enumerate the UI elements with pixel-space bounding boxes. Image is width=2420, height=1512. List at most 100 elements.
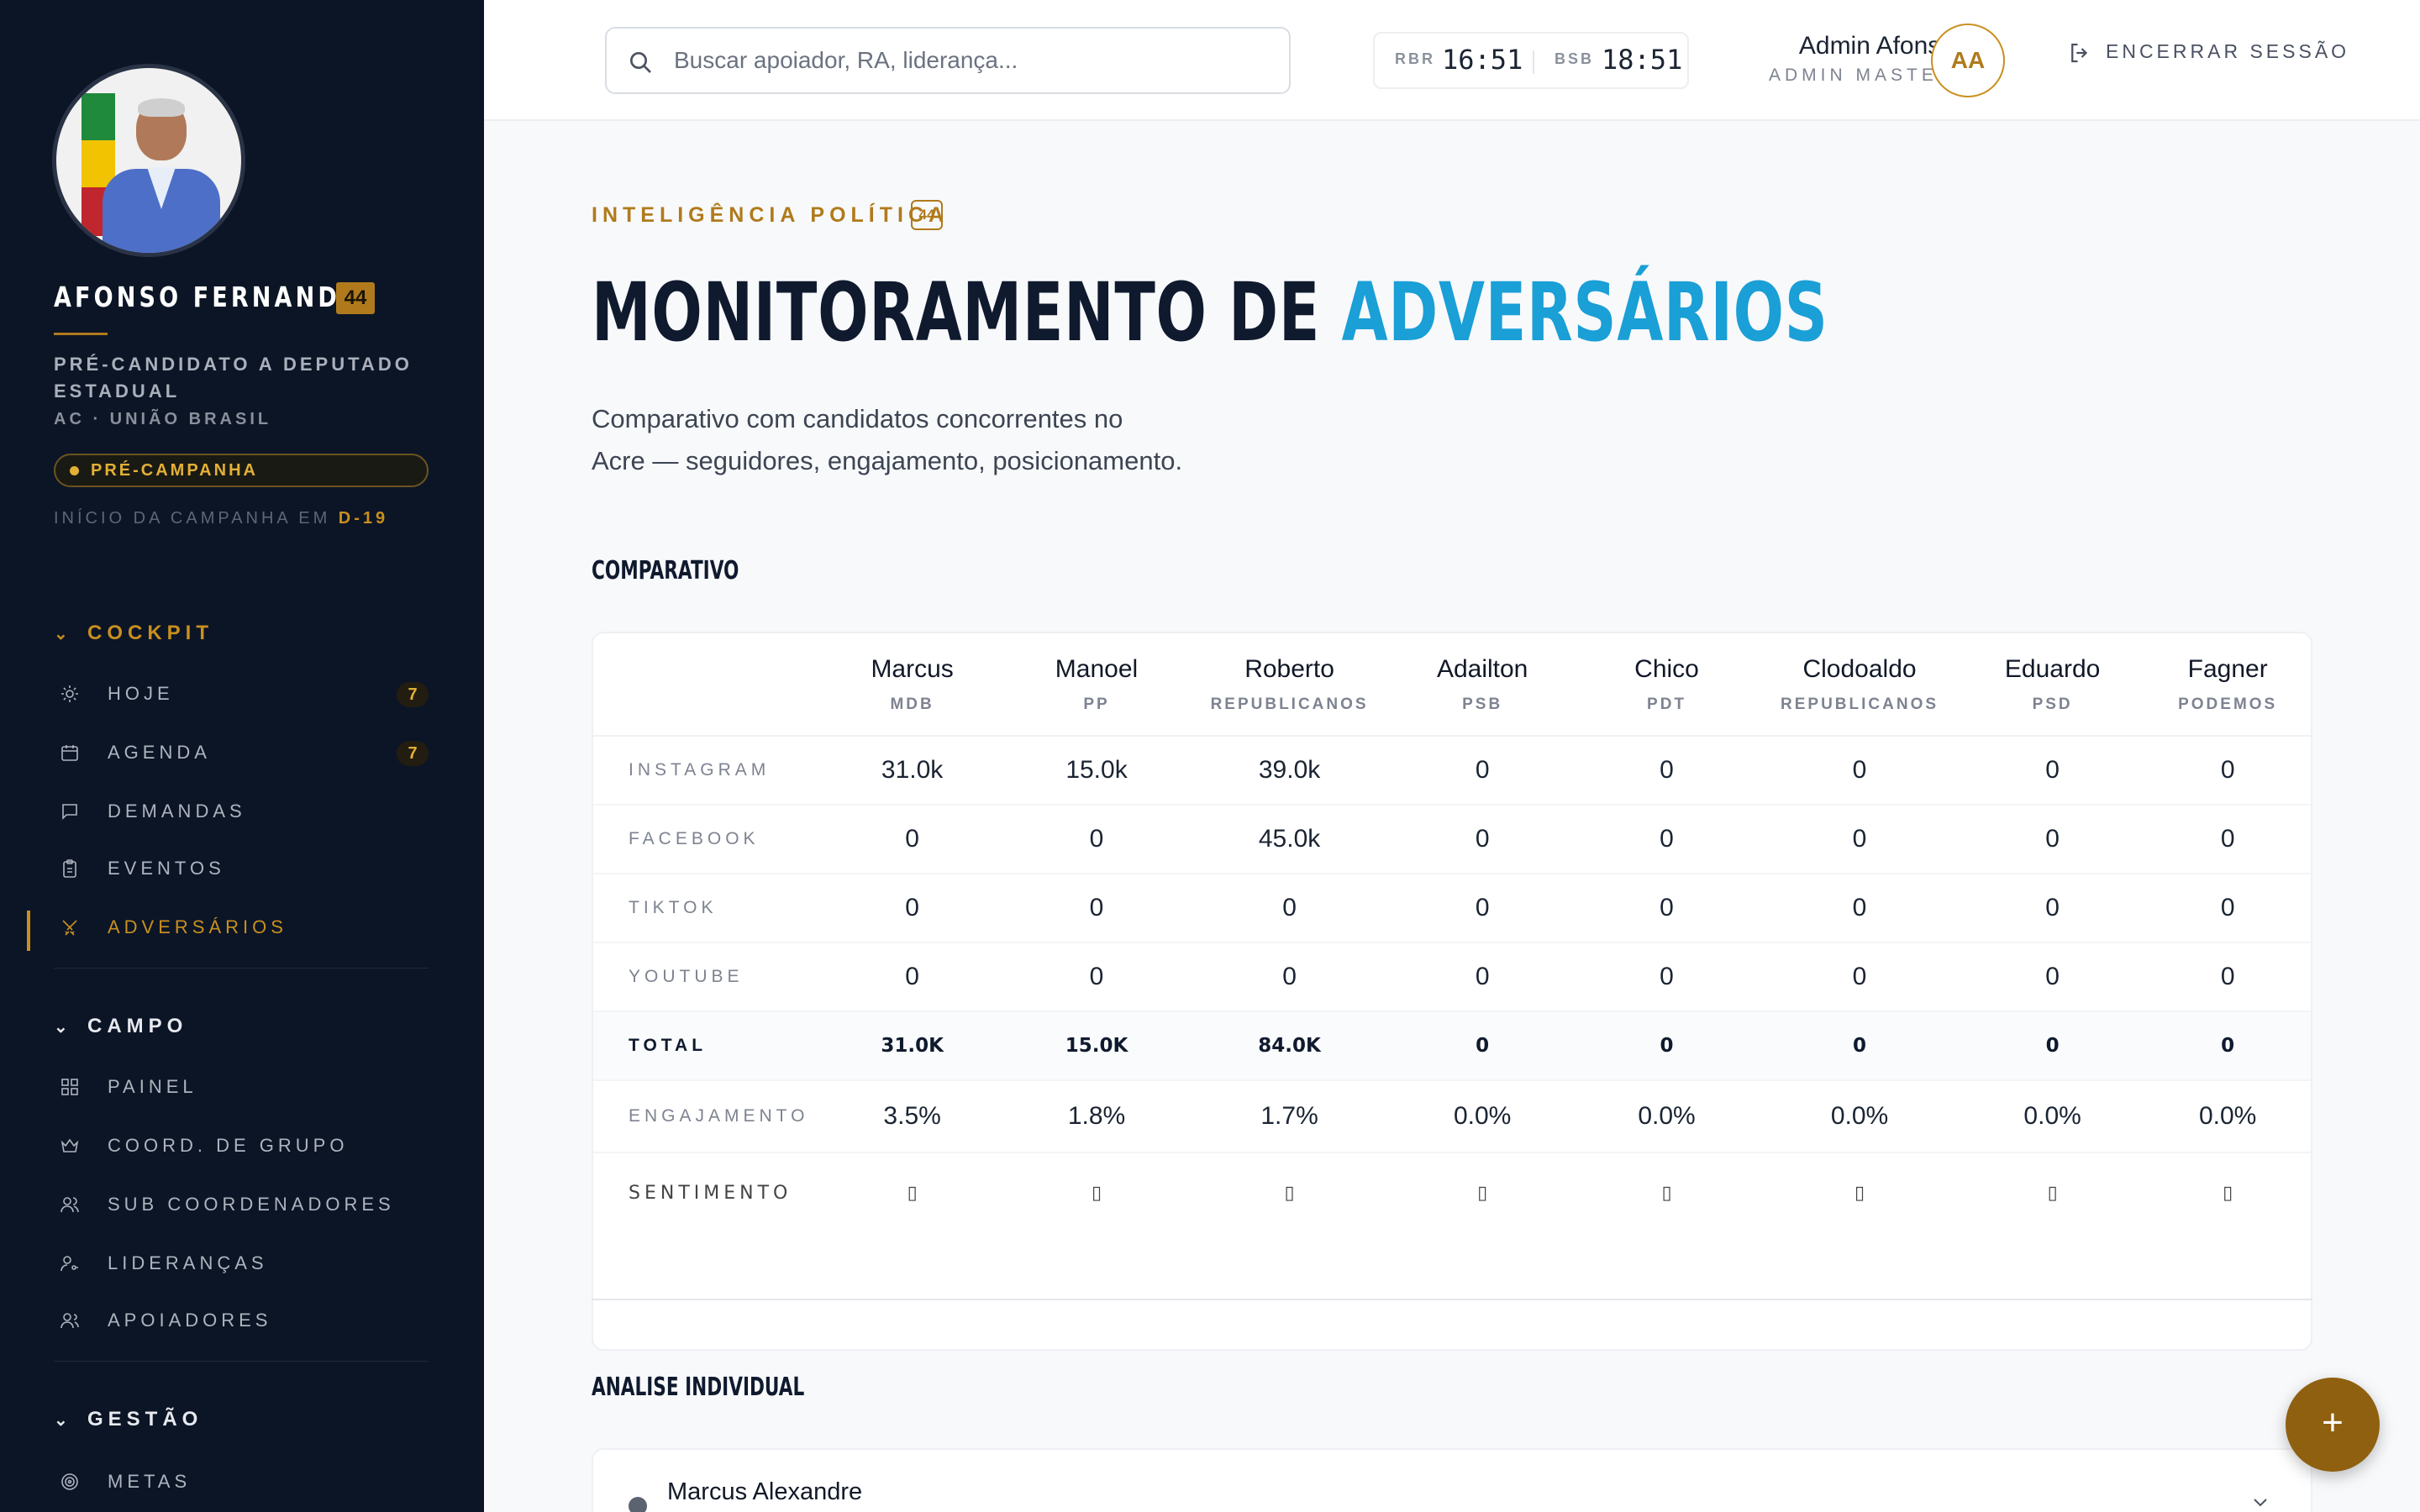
candidate-column-header: Fagner PODEMOS [2144, 633, 2311, 737]
search-input[interactable] [674, 42, 1262, 79]
campaign-status-label: PRÉ-CAMPANHA [91, 461, 258, 480]
table-cell: 0 [1004, 874, 1189, 943]
chevron-down-icon[interactable] [2250, 1492, 2270, 1512]
section-header-campo[interactable]: ⌄ CAMPO [54, 1015, 187, 1038]
table-cell: 0 [1390, 874, 1575, 943]
clock-label-rbr: RBR [1395, 50, 1435, 67]
campaign-status-badge: PRÉ-CAMPANHA [54, 454, 429, 487]
status-dot-icon [629, 1497, 647, 1512]
candidate-column-header: Marcus MDB [819, 633, 1005, 737]
individual-name: Marcus Alexandre [667, 1478, 863, 1505]
candidate-column-header: Adailton PSB [1390, 633, 1575, 737]
table-row: FACEBOOK 0 0 45.0k 0 0 0 0 0 [593, 805, 2311, 874]
sidebar-item-hoje[interactable]: HOJE 7 [54, 677, 429, 711]
page-subtitle: Comparativo com candidatos concorrentes … [592, 398, 1230, 482]
table-cell: 0 [1390, 942, 1575, 1012]
sidebar-item-liderancas[interactable]: LIDERANÇAS [54, 1247, 429, 1280]
table-cell: 0 [2144, 874, 2311, 943]
individual-card[interactable]: Marcus Alexandre [592, 1448, 2312, 1512]
table-cell: 0 [2144, 805, 2311, 874]
sidebar-item-agenda[interactable]: AGENDA 7 [54, 736, 429, 769]
sidebar-item-label: EVENTOS [108, 858, 225, 879]
table-cell: 31.0K [819, 1011, 1005, 1081]
table-cell: 0 [1574, 736, 1760, 806]
section-header-gestao[interactable]: ⌄ GESTÃO [54, 1408, 203, 1431]
table-cell: ▯ [907, 1183, 918, 1204]
table-cell: 0 [819, 874, 1005, 943]
sidebar-item-label: SUB COORDENADORES [108, 1194, 395, 1215]
table-cell: 0 [1759, 1011, 1960, 1081]
add-fab-button[interactable]: + [2286, 1378, 2380, 1472]
logout-label: ENCERRAR SESSÃO [2106, 40, 2350, 63]
sidebar-item-coord-grupo[interactable]: COORD. DE GRUPO [54, 1129, 429, 1163]
sidebar-item-label: LIDERANÇAS [108, 1252, 268, 1273]
logout-icon [2071, 43, 2088, 63]
logout-button[interactable]: ENCERRAR SESSÃO [2067, 40, 2349, 66]
clock-label-bsb: BSB [1555, 50, 1595, 67]
status-dot-icon [70, 466, 79, 475]
chat-icon [62, 804, 77, 820]
sidebar-item-label: APOIADORES [108, 1310, 272, 1331]
individual-section-title: ANALISE INDIVIDUAL [592, 1373, 805, 1402]
section-title: GESTÃO [87, 1408, 203, 1431]
search-box[interactable] [605, 27, 1291, 94]
section-header-cockpit[interactable]: ⌄ COCKPIT [54, 622, 213, 645]
sidebar-item-eventos[interactable]: EVENTOS [54, 852, 429, 885]
candidate-column-header: Chico PDT [1574, 633, 1760, 737]
table-cell: 0 [1004, 942, 1189, 1012]
table-cell: 1.7% [1188, 1080, 1391, 1153]
sidebar-item-adversarios[interactable]: ADVERSÁRIOS [54, 911, 429, 944]
chevron-down-icon: ⌄ [54, 1411, 73, 1430]
table-cell: 84.0K [1188, 1011, 1391, 1081]
sidebar-item-label: AGENDA [108, 742, 211, 763]
sidebar-item-label: PAINEL [108, 1076, 197, 1097]
clock-panel: RBR 16:51 BSB 18:51 [1373, 32, 1689, 89]
grid-icon [61, 1079, 78, 1095]
table-cell: 0 [2144, 736, 2311, 806]
candidate-name: Chico [1634, 655, 1699, 683]
table-body: INSTAGRAM 31.0k 15.0k 39.0k 0 0 0 0 0 FACEBOOK 0 0 4… [593, 736, 2311, 1233]
candidate-party: PSB [1462, 696, 1503, 713]
candidate-party: REPUBLICANOS [1210, 696, 1369, 713]
row-label: ENGAJAMENTO [593, 1080, 820, 1153]
sidebar-item-demandas[interactable]: DEMANDAS [54, 795, 429, 828]
sidebar-item-label: COORD. DE GRUPO [108, 1135, 349, 1156]
section-title: COCKPIT [87, 622, 213, 644]
table-cell: 1.8% [1004, 1080, 1189, 1153]
sidebar-item-label: DEMANDAS [108, 801, 246, 822]
campaign-countdown: INÍCIO DA CAMPANHA EM D-19 [54, 509, 388, 528]
table-cell: 45.0k [1188, 805, 1391, 874]
candidate-photo [52, 64, 245, 257]
sidebar-item-painel[interactable]: PAINEL [54, 1070, 429, 1104]
table-cell: 0 [1960, 874, 2145, 943]
table-row: YOUTUBE 0 0 0 0 0 0 0 0 [593, 942, 2311, 1012]
sidebar-item-apoiadores[interactable]: APOIADORES [54, 1304, 429, 1337]
table-cell: 15.0K [1004, 1011, 1189, 1081]
candidate-party: MDB [890, 696, 934, 713]
candidate-party: PSD [2032, 696, 2073, 713]
candidate-party: PODEMOS [2178, 696, 2278, 713]
row-label: YOUTUBE [593, 942, 820, 1012]
clock-time-bsb: 18:51 [1602, 44, 1683, 76]
table-cell: ▯ [1854, 1183, 1865, 1204]
table-row: INSTAGRAM 31.0k 15.0k 39.0k 0 0 0 0 0 [593, 736, 2311, 806]
sidebar-item-label: ADVERSÁRIOS [108, 916, 287, 937]
candidate-name: Marcus [871, 655, 954, 683]
table-cell: 0 [1188, 874, 1391, 943]
table-cell: 0 [819, 805, 1005, 874]
comparison-section-title: COMPARATIVO [592, 556, 739, 585]
main-content: INTELIGÊNCIA POLÍTICA 44 MONITORAMENTO D… [484, 121, 2420, 1512]
table-cell: 0 [1574, 942, 1760, 1012]
table-cell: 0 [819, 942, 1005, 1012]
clock-divider [1533, 50, 1534, 74]
candidate-column-header: Eduardo PSD [1960, 633, 2145, 737]
table-cell: ▯ [1091, 1183, 1102, 1204]
user-avatar[interactable]: AA [1931, 24, 2005, 97]
campaign-countdown-prefix: INÍCIO DA CAMPANHA EM [54, 509, 331, 528]
table-cell: 0 [1960, 736, 2145, 806]
sidebar-item-sub-coordenadores[interactable]: SUB COORDENADORES [54, 1188, 429, 1221]
eyebrow-number-badge: 44 [911, 200, 943, 230]
candidate-name: Manoel [1055, 655, 1139, 683]
sidebar-item-metas[interactable]: METAS [54, 1465, 429, 1499]
candidate-party: REPUBLICANOS [1781, 696, 1939, 713]
